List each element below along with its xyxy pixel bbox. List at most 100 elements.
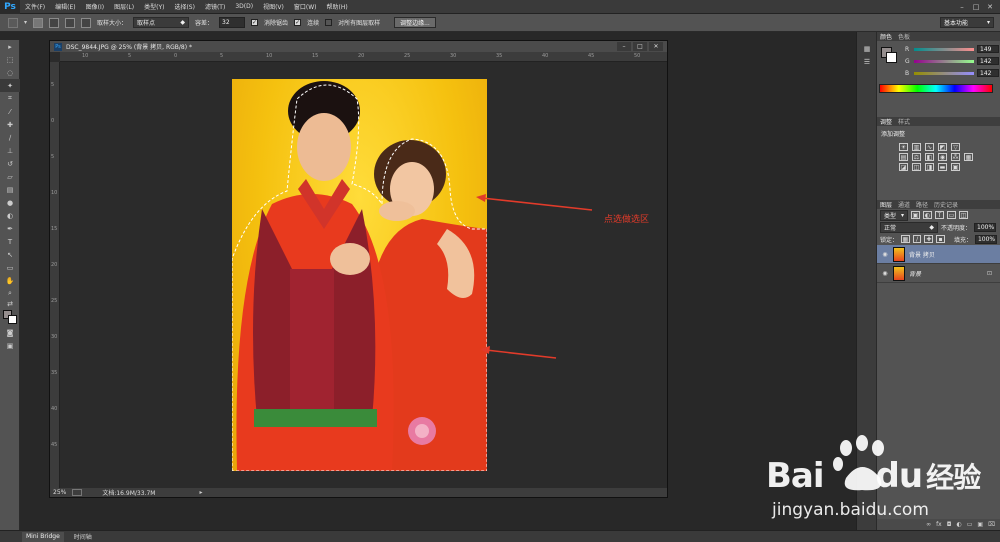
lock-all-icon[interactable]: ▪	[936, 235, 945, 243]
slider-track[interactable]	[914, 71, 974, 75]
menu-window[interactable]: 窗口(W)	[289, 2, 322, 11]
blend-mode-select[interactable]: 正常 ◆	[880, 221, 938, 233]
workspace-select[interactable]: 基本功能 ▾	[940, 17, 994, 28]
filter-smart-icon[interactable]: ◫	[959, 211, 968, 219]
lock-pixels-icon[interactable]: ∕	[912, 235, 922, 243]
new-selection-icon[interactable]	[33, 17, 44, 28]
brightness-icon[interactable]: ☀	[899, 143, 908, 151]
eye-icon[interactable]: ◉	[881, 251, 889, 258]
background-color-swatch[interactable]	[8, 315, 17, 324]
tab-color[interactable]: 颜色	[880, 32, 892, 41]
healing-brush-tool-icon[interactable]: ✚	[0, 118, 20, 131]
menu-file[interactable]: 文件(F)	[20, 2, 50, 11]
tab-adjustments[interactable]: 调整	[880, 117, 892, 126]
slider-b[interactable]: B 142	[877, 67, 999, 79]
invert-icon[interactable]: ◪	[899, 163, 908, 171]
slider-track[interactable]	[914, 47, 974, 51]
opacity-input[interactable]: 100%	[974, 222, 997, 232]
filter-type-icon[interactable]: T	[935, 211, 944, 219]
tab-timeline[interactable]: 时间轴	[70, 532, 96, 542]
menu-type[interactable]: 类型(Y)	[139, 2, 169, 11]
black-white-icon[interactable]: ◧	[925, 153, 934, 161]
color-balance-icon[interactable]: ⚖	[912, 153, 921, 161]
hue-saturation-icon[interactable]: ▤	[899, 153, 908, 161]
sample-all-checkbox[interactable]	[325, 19, 333, 26]
shape-tool-icon[interactable]: ▭	[0, 261, 20, 274]
channel-value[interactable]: 142	[977, 57, 999, 65]
properties-panel-icon[interactable]: ☰	[857, 55, 877, 68]
filter-pixel-icon[interactable]: ▣	[911, 211, 920, 219]
vibrance-icon[interactable]: ▽	[951, 143, 960, 151]
swap-colors-icon[interactable]: ⇄	[0, 300, 20, 308]
photo-filter-icon[interactable]: ◉	[938, 153, 947, 161]
color-lookup-icon[interactable]: ▦	[964, 153, 973, 161]
lasso-tool-icon[interactable]: ◌	[0, 66, 20, 79]
subtract-selection-icon[interactable]	[65, 17, 76, 28]
sample-size-select[interactable]: 取样点 ◆	[133, 17, 190, 28]
eye-icon[interactable]: ◉	[881, 270, 889, 277]
menu-select[interactable]: 选择(S)	[169, 2, 200, 11]
lock-position-icon[interactable]: ✚	[924, 235, 934, 243]
hand-tool-icon[interactable]: ✋	[0, 274, 20, 287]
zoom-tool-icon[interactable]: ⌕	[0, 287, 20, 300]
layer-row[interactable]: ◉ 背景 拷贝	[877, 245, 1000, 264]
screen-mode-icon[interactable]: ▣	[0, 339, 20, 352]
menu-filter[interactable]: 滤镜(T)	[200, 2, 230, 11]
menu-layer[interactable]: 图层(L)	[109, 2, 139, 11]
tool-preset-chevron-icon[interactable]: ▾	[24, 19, 27, 26]
antialias-checkbox[interactable]: ✓	[251, 19, 259, 26]
selective-color-icon[interactable]: ▣	[951, 163, 960, 171]
status-menu-icon[interactable]	[72, 489, 83, 496]
refine-edge-button[interactable]: 调整边缘...	[394, 17, 436, 28]
layer-kind-filter[interactable]: 类型 ▾	[880, 209, 908, 221]
tab-mini-bridge[interactable]: Mini Bridge	[22, 531, 64, 542]
channel-value[interactable]: 149	[977, 45, 999, 53]
color-spectrum[interactable]	[879, 84, 993, 93]
channel-mixer-icon[interactable]: ⁂	[951, 153, 960, 161]
maximize-icon[interactable]: □	[970, 2, 982, 12]
curves-icon[interactable]: ∿	[925, 143, 934, 151]
doc-maximize-icon[interactable]: □	[633, 42, 647, 51]
doc-close-icon[interactable]: ✕	[649, 42, 663, 51]
path-selection-tool-icon[interactable]: ↖	[0, 248, 20, 261]
add-to-selection-icon[interactable]	[49, 17, 60, 28]
lock-transparent-icon[interactable]: ▦	[901, 235, 910, 243]
dodge-tool-icon[interactable]: ◐	[0, 209, 20, 222]
move-tool-icon[interactable]: ▸	[0, 40, 20, 53]
intersect-selection-icon[interactable]	[81, 17, 92, 28]
eyedropper-tool-icon[interactable]: ⁄	[0, 105, 20, 118]
layer-name[interactable]: 背景 拷贝	[909, 250, 935, 259]
menu-help[interactable]: 帮助(H)	[322, 2, 353, 11]
menu-view[interactable]: 视图(V)	[258, 2, 289, 11]
type-tool-icon[interactable]: T	[0, 235, 20, 248]
fill-input[interactable]: 100%	[974, 234, 997, 244]
menu-image[interactable]: 图像(I)	[81, 2, 109, 11]
stamp-tool-icon[interactable]: ⊥	[0, 144, 20, 157]
tab-channels[interactable]: 通道	[898, 200, 910, 209]
tolerance-input[interactable]: 32	[219, 17, 246, 28]
pen-tool-icon[interactable]: ✒	[0, 222, 20, 235]
threshold-icon[interactable]: ◨	[925, 163, 934, 171]
document-tab[interactable]: Ps DSC_9844.JPG @ 25% (背景 拷贝, RGB/8) * –…	[50, 41, 667, 52]
filter-adjust-icon[interactable]: ◐	[923, 211, 932, 219]
tab-history[interactable]: 历史记录	[934, 200, 958, 209]
photo-canvas[interactable]	[232, 79, 487, 471]
levels-icon[interactable]: ▥	[912, 143, 921, 151]
doc-minimize-icon[interactable]: –	[617, 42, 631, 51]
tab-layers[interactable]: 图层	[880, 200, 892, 209]
crop-tool-icon[interactable]: ⌗	[0, 92, 20, 105]
history-panel-icon[interactable]: ▦	[857, 42, 877, 55]
slider-track[interactable]	[914, 59, 974, 63]
magic-wand-tool-icon[interactable]	[8, 17, 18, 28]
menu-edit[interactable]: 编辑(E)	[50, 2, 80, 11]
exposure-icon[interactable]: ◩	[938, 143, 947, 151]
contiguous-checkbox[interactable]: ✓	[294, 19, 302, 26]
status-arrow-icon[interactable]: ▸	[199, 489, 202, 496]
history-brush-tool-icon[interactable]: ↺	[0, 157, 20, 170]
tab-styles[interactable]: 样式	[898, 117, 910, 126]
blur-tool-icon[interactable]: ●	[0, 196, 20, 209]
tab-swatches[interactable]: 色板	[898, 32, 910, 41]
marquee-tool-icon[interactable]: ⬚	[0, 53, 20, 66]
gradient-tool-icon[interactable]: ▤	[0, 183, 20, 196]
layer-row[interactable]: ◉ 背景 ⊡	[877, 264, 1000, 283]
